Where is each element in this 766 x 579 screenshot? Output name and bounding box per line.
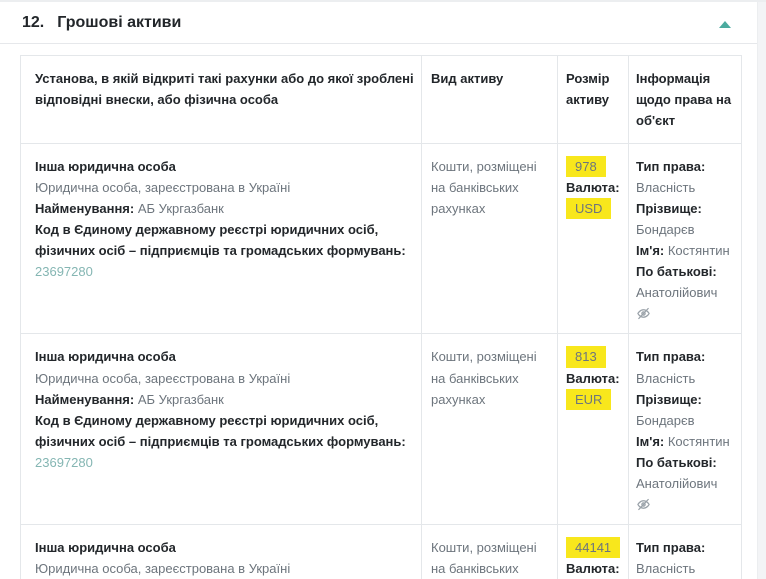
patronymic-value: Анатолійович: [636, 282, 737, 303]
currency-line: USD: [566, 198, 626, 219]
monetary-assets-table: Установа, в якій відкриті такі рахунки а…: [20, 55, 742, 579]
org-registration: Юридична особа, зареєстрована в Україні: [35, 368, 417, 389]
patronymic-value: Анатолійович: [636, 473, 737, 494]
page-background-gutter: [757, 2, 766, 579]
org-name-value: АБ Укргазбанк: [138, 201, 224, 216]
firstname-value: Костянтин: [668, 434, 730, 449]
asset-type-cell: Кошти, розміщені на банківських рахунках: [422, 144, 558, 334]
eye-slash-icon: [636, 497, 737, 512]
amount-line: 978: [566, 156, 626, 177]
currency-label: Валюта:: [566, 558, 626, 579]
right-type-value: Власність: [636, 558, 737, 579]
amount-line: 813: [566, 346, 626, 367]
patronymic-label: По батькові:: [636, 261, 737, 282]
org-type: Інша юридична особа: [35, 537, 417, 558]
org-code-line: Код в Єдиному державному реєстрі юридичн…: [35, 219, 417, 282]
declaration-page: 12. Грошові активи Установа, в якій відкр…: [0, 0, 766, 579]
col-header-rights-info: Інформація щодо права на об'єкт: [629, 56, 742, 144]
section-header: 12. Грошові активи: [0, 2, 757, 44]
currency-line: EUR: [566, 389, 626, 410]
section-title-text: Грошові активи: [57, 14, 181, 31]
org-code-line: Код в Єдиному державному реєстрі юридичн…: [35, 410, 417, 473]
edr-code-link[interactable]: 23697280: [35, 455, 93, 470]
org-registration: Юридична особа, зареєстрована в Україні: [35, 558, 417, 579]
col-header-institution: Установа, в якій відкриті такі рахунки а…: [21, 56, 422, 144]
asset-type-cell: Кошти, розміщені на банківських рахунках: [422, 334, 558, 524]
firstname-value: Костянтин: [668, 243, 730, 258]
currency-label: Валюта:: [566, 368, 626, 389]
col-header-asset-type: Вид активу: [422, 56, 558, 144]
amount-line: 44141: [566, 537, 626, 558]
org-code-label: Код в Єдиному державному реєстрі юридичн…: [35, 413, 406, 449]
firstname-line: Ім'я: Костянтин: [636, 240, 737, 261]
edr-code-link[interactable]: 23697280: [35, 264, 93, 279]
surname-label: Прізвище:: [636, 198, 737, 219]
asset-size-cell: 813 Валюта: EUR: [558, 334, 629, 524]
org-name-label: Найменування:: [35, 201, 134, 216]
surname-label: Прізвище:: [636, 389, 737, 410]
right-type-label: Тип права:: [636, 156, 737, 177]
firstname-line: Ім'я: Костянтин: [636, 431, 737, 452]
table-row: Інша юридична особа Юридична особа, заре…: [21, 144, 742, 334]
currency-value: USD: [566, 198, 611, 219]
org-name-label: Найменування:: [35, 392, 134, 407]
currency-label: Валюта:: [566, 177, 626, 198]
asset-type-cell: Кошти, розміщені на банківських рахунках: [422, 524, 558, 579]
org-type: Інша юридична особа: [35, 346, 417, 367]
table-row: Інша юридична особа Юридична особа, заре…: [21, 334, 742, 524]
firstname-label: Ім'я:: [636, 243, 664, 258]
org-code-label: Код в Єдиному державному реєстрі юридичн…: [35, 222, 406, 258]
eye-slash-icon: [636, 306, 737, 321]
org-name-line: Найменування: АБ Укргазбанк: [35, 198, 417, 219]
rights-info-cell: Тип права: Власність Прізвище: Бондарєв …: [629, 334, 742, 524]
rights-info-cell: Тип права: Власність Прізвище: Бондарєв …: [629, 524, 742, 579]
patronymic-label: По батькові:: [636, 452, 737, 473]
rights-info-cell: Тип права: Власність Прізвище: Бондарєв …: [629, 144, 742, 334]
surname-value: Бондарєв: [636, 410, 737, 431]
section-number: 12.: [22, 14, 44, 31]
right-type-label: Тип права:: [636, 346, 737, 367]
org-name-line: Найменування: АБ Укргазбанк: [35, 389, 417, 410]
section-title: 12. Грошові активи: [22, 14, 733, 32]
org-name-value: АБ Укргазбанк: [138, 392, 224, 407]
table-row: Інша юридична особа Юридична особа, заре…: [21, 524, 742, 579]
right-type-value: Власність: [636, 368, 737, 389]
asset-size-cell: 44141 Валюта: UAH: [558, 524, 629, 579]
amount-value: 813: [566, 346, 606, 367]
surname-value: Бондарєв: [636, 219, 737, 240]
asset-size-cell: 978 Валюта: USD: [558, 144, 629, 334]
org-type: Інша юридична особа: [35, 156, 417, 177]
institution-cell: Інша юридична особа Юридична особа, заре…: [21, 144, 422, 334]
col-header-asset-size: Розмір активу: [558, 56, 629, 144]
institution-cell: Інша юридична особа Юридична особа, заре…: [21, 524, 422, 579]
right-type-value: Власність: [636, 177, 737, 198]
table-header-row: Установа, в якій відкриті такі рахунки а…: [21, 56, 742, 144]
right-type-label: Тип права:: [636, 537, 737, 558]
collapse-caret-icon[interactable]: [719, 21, 731, 28]
currency-value: EUR: [566, 389, 611, 410]
institution-cell: Інша юридична особа Юридична особа, заре…: [21, 334, 422, 524]
org-registration: Юридична особа, зареєстрована в Україні: [35, 177, 417, 198]
amount-value: 44141: [566, 537, 620, 558]
firstname-label: Ім'я:: [636, 434, 664, 449]
amount-value: 978: [566, 156, 606, 177]
